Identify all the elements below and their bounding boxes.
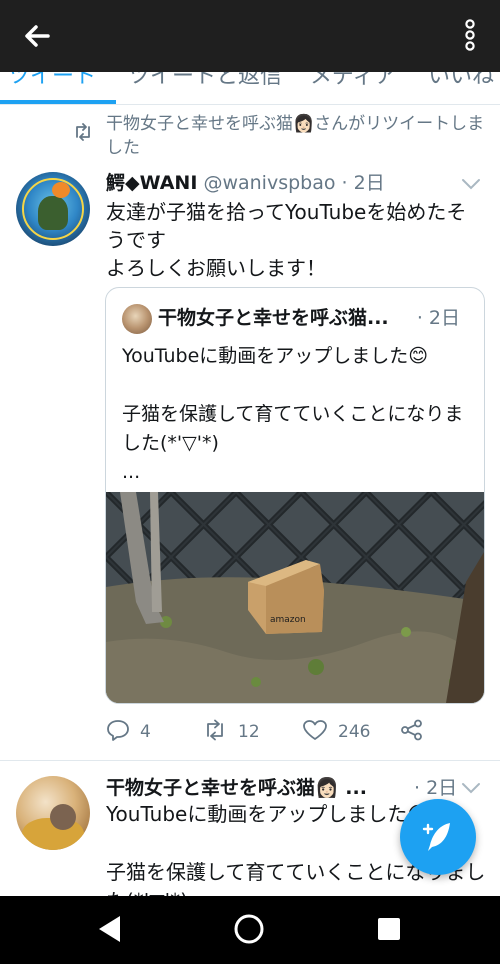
tweet-divider [0,760,500,761]
nav-recent-icon[interactable] [376,916,402,946]
more-vertical-icon[interactable] [460,16,480,56]
like-count: 246 [338,722,371,742]
retweet-context: 干物女子と幸せを呼ぶ猫👩🏻󠄀さんがリツイートしました [0,108,500,160]
quoted-display-name: 干物女子と幸せを呼ぶ猫... [158,307,389,329]
compose-tweet-button[interactable] [400,799,476,875]
quoted-tweet-time: · 2日 [416,307,460,329]
tab-likes[interactable]: いいね [428,72,494,90]
nav-home-icon[interactable] [232,912,266,950]
retweet-icon [202,719,228,745]
retweet-count: 12 [238,722,260,742]
tweet-time: · 2日 [414,777,458,799]
display-name[interactable]: 鰐◆WANI [106,172,197,194]
retweet-context-text[interactable]: 干物女子と幸せを呼ぶ猫👩🏻󠄀さんがリツイートしました [106,112,486,160]
chevron-down-icon[interactable] [460,780,482,794]
tweet-actions: 4 12 246 [106,714,486,750]
avatar[interactable] [16,776,90,850]
system-navigation-bar [0,896,500,964]
nav-back-icon[interactable] [96,914,124,948]
top-app-bar [0,0,500,72]
tweet-header: 鰐◆WANI @wanivspbao · 2日 [106,170,476,198]
tab-media[interactable]: メディア [310,72,396,90]
share-icon [400,719,424,745]
avatar[interactable] [16,172,90,246]
quoted-avatar [122,304,152,334]
reply-button[interactable]: 4 [106,714,151,750]
chevron-down-icon[interactable] [460,176,482,190]
quoted-tweet[interactable]: 干物女子と幸せを呼ぶ猫... · 2日 YouTubeに動画をアップしました😊 … [105,287,485,704]
like-button[interactable]: 246 [302,714,370,750]
heart-icon [302,719,328,745]
tab-tweets-and-replies[interactable]: ツイートと返信 [128,72,282,90]
retweet-button[interactable]: 12 [202,714,260,750]
arrow-left-icon[interactable] [18,18,58,54]
tweet-text: 友達が子猫を拾ってYouTubeを始めたそうです よろしくお願いします！ [106,200,467,280]
quoted-tweet-text: YouTubeに動画をアップしました😊 子猫を保護して育てていくことになりました… [122,345,464,483]
reply-count: 4 [140,722,151,742]
tab-tweets[interactable]: ツイート [8,72,96,90]
tweet-header: 干物女子と幸せを呼ぶ猫👩🏻󠄀 ... [106,774,466,802]
tweet-time: · 2日 [341,172,385,194]
user-handle[interactable]: @wanivspbao [203,172,335,194]
profile-tabs: ツイート ツイートと返信 メディア いいね [0,72,500,105]
active-tab-indicator [0,100,116,104]
retweet-icon [72,122,94,146]
reply-icon [106,719,130,745]
tweet-photo[interactable]: amazon [106,492,484,703]
share-button[interactable] [400,714,424,750]
box-label: amazon [270,615,306,625]
compose-tweet-icon [422,823,450,851]
display-name[interactable]: 干物女子と幸せを呼ぶ猫👩🏻󠄀 ... [106,777,367,799]
